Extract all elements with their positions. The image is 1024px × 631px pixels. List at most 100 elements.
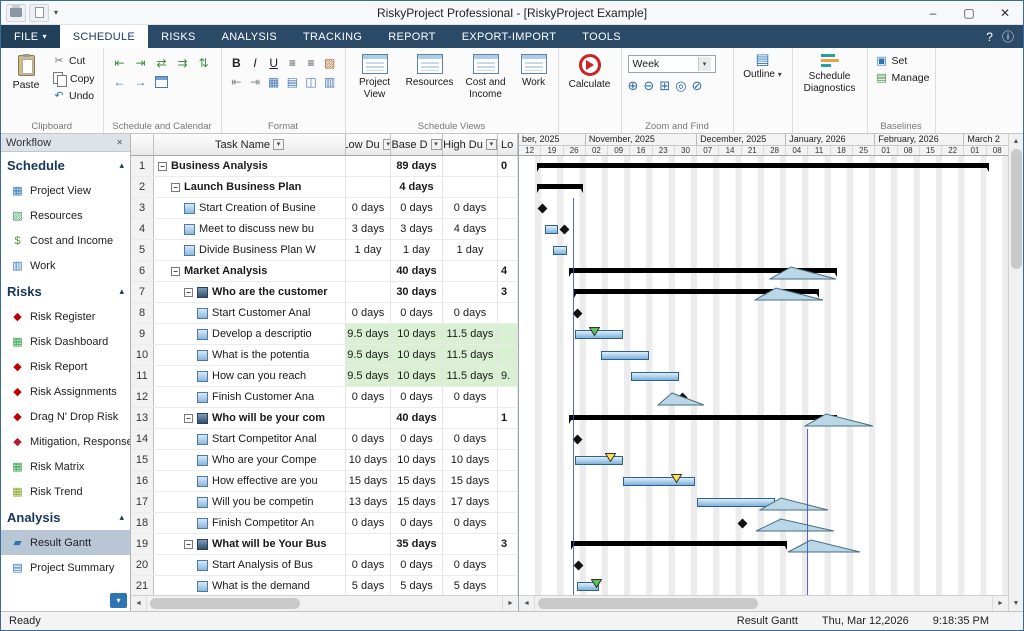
column-dropdown-icon[interactable]: ▾ — [486, 139, 497, 150]
row-number[interactable]: 1 — [131, 156, 154, 176]
table-row[interactable]: 10What is the potentia9.5 days10 days11.… — [131, 345, 518, 366]
collapse-toggle[interactable]: − — [171, 183, 180, 192]
high-duration-cell[interactable]: 0 days — [443, 429, 498, 449]
low-duration-cell[interactable] — [346, 156, 391, 176]
header-low-duration[interactable]: Low Du▾ — [346, 134, 391, 155]
base-duration-cell[interactable]: 15 days — [391, 471, 443, 491]
row-number[interactable]: 6 — [131, 261, 154, 281]
sidebar-section-analysis[interactable]: Analysis▴ — [1, 504, 130, 530]
high-duration-cell[interactable]: 0 days — [443, 555, 498, 575]
risk-marker-icon[interactable] — [591, 579, 602, 588]
project-view-button[interactable]: Project View — [352, 51, 398, 120]
tab-tools[interactable]: TOOLS — [569, 25, 634, 48]
tab-file[interactable]: FILE▾ — [1, 25, 60, 48]
table-row[interactable]: 11How can you reach9.5 days10 days11.5 d… — [131, 366, 518, 387]
row-number[interactable]: 16 — [131, 471, 154, 491]
outdent-task-button[interactable]: ⇤ — [112, 55, 128, 70]
gantt-milestone[interactable] — [573, 435, 583, 445]
set-baseline-button[interactable]: ▣Set — [874, 54, 929, 68]
undo-button[interactable]: ↶Undo — [51, 89, 97, 103]
high-duration-cell[interactable] — [443, 408, 498, 428]
base-duration-cell[interactable]: 0 days — [391, 198, 443, 218]
row-number[interactable]: 7 — [131, 282, 154, 302]
high-duration-cell[interactable]: 17 days — [443, 492, 498, 512]
gantt-milestone[interactable] — [538, 204, 548, 214]
table-row[interactable]: 12Finish Customer Ana0 days0 days0 days — [131, 387, 518, 408]
next-button[interactable]: → — [133, 74, 149, 89]
high-duration-cell[interactable] — [443, 282, 498, 302]
print-button[interactable] — [6, 4, 26, 22]
tab-report[interactable]: REPORT — [375, 25, 448, 48]
sidebar-item-risk-dashboard[interactable]: ▦Risk Dashboard — [1, 329, 130, 354]
low-duration-cell[interactable]: 0 days — [346, 555, 391, 575]
table-row[interactable]: 1−Business Analysis89 days0 — [131, 156, 518, 177]
low-duration-cell[interactable]: 0 days — [346, 198, 391, 218]
row-number[interactable]: 2 — [131, 177, 154, 197]
maximize-button[interactable]: ▢ — [951, 1, 987, 24]
gantt-summary-bar[interactable] — [569, 415, 837, 420]
high-duration-cell[interactable]: 11.5 days — [443, 324, 498, 344]
gantt-task-bar[interactable] — [601, 351, 649, 360]
gantt-chart[interactable] — [519, 156, 1008, 595]
gantt-milestone[interactable] — [738, 519, 748, 529]
low-duration-cell[interactable]: 9.5 days — [346, 324, 391, 344]
header-base-duration[interactable]: Base D▾ — [391, 134, 443, 155]
table-row[interactable]: 4Meet to discuss new bu3 days3 days4 day… — [131, 219, 518, 240]
tab-analysis[interactable]: ANALYSIS — [209, 25, 290, 48]
table-row[interactable]: 18Finish Competitor An0 days0 days0 days — [131, 513, 518, 534]
high-duration-cell[interactable]: 5 days — [443, 576, 498, 595]
table-row[interactable]: 8Start Customer Anal0 days0 days0 days — [131, 303, 518, 324]
minimize-button[interactable]: – — [915, 1, 951, 24]
table-row[interactable]: 19−What will be Your Bus35 days3 — [131, 534, 518, 555]
collapse-toggle[interactable]: − — [171, 267, 180, 276]
underline-button[interactable]: U — [267, 55, 281, 70]
low-duration-cell[interactable]: 1 day — [346, 240, 391, 260]
base-duration-cell[interactable]: 0 days — [391, 303, 443, 323]
scroll-left-icon[interactable]: ◄ — [519, 596, 535, 611]
cut-button[interactable]: ✂Cut — [51, 54, 97, 68]
table-row[interactable]: 7−Who are the customer30 days3 — [131, 282, 518, 303]
low-start-cell[interactable] — [498, 492, 518, 512]
low-duration-cell[interactable]: 0 days — [346, 513, 391, 533]
bold-button[interactable]: B — [230, 55, 244, 70]
high-duration-cell[interactable]: 0 days — [443, 303, 498, 323]
sidebar-item-project-view[interactable]: ▦Project View — [1, 178, 130, 203]
tab-schedule[interactable]: SCHEDULE — [60, 25, 148, 48]
low-duration-cell[interactable]: 5 days — [346, 576, 391, 595]
low-start-cell[interactable]: 3 — [498, 282, 518, 302]
info-button[interactable]: ⓘ — [1002, 28, 1014, 45]
chevron-up-icon[interactable]: ▴ — [119, 286, 124, 297]
high-duration-cell[interactable] — [443, 534, 498, 554]
gantt-task-bar[interactable] — [623, 477, 695, 486]
quick-access-dropdown[interactable]: ▾ — [52, 8, 60, 17]
table-row[interactable]: 17Will you be competin13 days15 days17 d… — [131, 492, 518, 513]
format-cells-button[interactable]: ◫ — [304, 74, 318, 89]
low-start-cell[interactable] — [498, 555, 518, 575]
scroll-up-icon[interactable]: ▲ — [1009, 134, 1023, 149]
base-duration-cell[interactable]: 10 days — [391, 324, 443, 344]
base-duration-cell[interactable]: 10 days — [391, 366, 443, 386]
low-start-cell[interactable]: 1 — [498, 408, 518, 428]
sidebar-item-risk-trend[interactable]: ▦Risk Trend — [1, 479, 130, 504]
chevron-up-icon[interactable]: ▴ — [119, 512, 124, 523]
low-start-cell[interactable] — [498, 324, 518, 344]
gantt-task-bar[interactable] — [631, 372, 679, 381]
high-duration-cell[interactable]: 4 days — [443, 219, 498, 239]
fill-color-button[interactable]: ▨ — [323, 55, 337, 70]
base-duration-cell[interactable]: 40 days — [391, 408, 443, 428]
gantt-milestone[interactable] — [574, 561, 584, 571]
sidebar-section-risks[interactable]: Risks▴ — [1, 278, 130, 304]
print-preview-button[interactable] — [29, 4, 49, 22]
scrollbar-thumb[interactable] — [1011, 149, 1022, 269]
work-view-button[interactable]: Work — [516, 51, 552, 120]
base-duration-cell[interactable]: 3 days — [391, 219, 443, 239]
low-start-cell[interactable] — [498, 387, 518, 407]
table-row[interactable]: 21What is the demand5 days5 days5 days — [131, 576, 518, 595]
row-number[interactable]: 10 — [131, 345, 154, 365]
high-duration-cell[interactable] — [443, 261, 498, 281]
low-duration-cell[interactable]: 13 days — [346, 492, 391, 512]
format-table-button[interactable]: ▥ — [323, 74, 337, 89]
high-duration-cell[interactable]: 1 day — [443, 240, 498, 260]
sidebar-item-risk-matrix[interactable]: ▦Risk Matrix — [1, 454, 130, 479]
format-outdent-button[interactable]: ⇤ — [230, 74, 244, 89]
